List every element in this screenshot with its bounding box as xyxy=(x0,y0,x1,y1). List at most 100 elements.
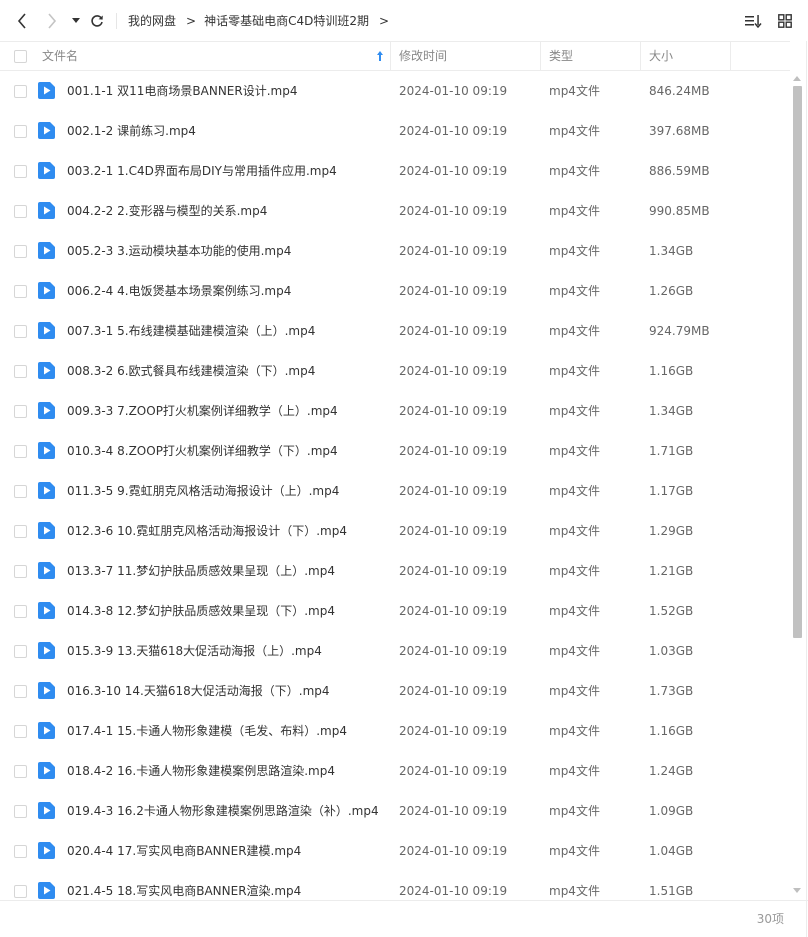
file-name[interactable]: 002.1-2 课前练习.mp4 xyxy=(67,111,196,151)
column-header-size[interactable]: 大小 xyxy=(649,42,673,70)
file-row[interactable]: 003.2-1 1.C4D界面布局DIY与常用插件应用.mp4 2024-01-… xyxy=(0,151,790,191)
column-header-type[interactable]: 类型 xyxy=(549,42,573,70)
file-type: mp4文件 xyxy=(549,524,600,538)
file-row[interactable]: 012.3-6 10.霓虹朋克风格活动海报设计（下）.mp4 2024-01-1… xyxy=(0,511,790,551)
file-name[interactable]: 007.3-1 5.布线建模基础建模渲染（上）.mp4 xyxy=(67,311,315,351)
view-tools xyxy=(744,10,794,32)
file-modified-time: 2024-01-10 09:19 xyxy=(399,524,508,538)
file-name[interactable]: 015.3-9 13.天猫618大促活动海报（上）.mp4 xyxy=(67,631,322,671)
back-button[interactable] xyxy=(12,10,32,32)
scroll-down-arrow-icon[interactable] xyxy=(793,888,801,893)
file-name[interactable]: 018.4-2 16.卡通人物形象建模案例思路渲染.mp4 xyxy=(67,751,335,791)
file-size: 1.21GB xyxy=(649,564,694,578)
row-checkbox[interactable] xyxy=(14,885,27,898)
breadcrumb-root[interactable]: 我的网盘 xyxy=(128,12,176,29)
scrollbar-thumb[interactable] xyxy=(793,86,802,638)
video-file-icon xyxy=(38,402,55,419)
file-name[interactable]: 014.3-8 12.梦幻护肤品质感效果呈现（下）.mp4 xyxy=(67,591,335,631)
history-dropdown-button[interactable] xyxy=(66,10,86,32)
file-name[interactable]: 008.3-2 6.欧式餐具布线建模渲染（下）.mp4 xyxy=(67,351,315,391)
file-name[interactable]: 017.4-1 15.卡通人物形象建模（毛发、布料）.mp4 xyxy=(67,711,347,751)
file-row[interactable]: 006.2-4 4.电饭煲基本场景案例练习.mp4 2024-01-10 09:… xyxy=(0,271,790,311)
file-name[interactable]: 013.3-7 11.梦幻护肤品质感效果呈现（上）.mp4 xyxy=(67,551,335,591)
row-checkbox[interactable] xyxy=(14,845,27,858)
file-modified-time: 2024-01-10 09:19 xyxy=(399,644,508,658)
file-row[interactable]: 008.3-2 6.欧式餐具布线建模渲染（下）.mp4 2024-01-10 0… xyxy=(0,351,790,391)
column-header-name[interactable]: 文件名 xyxy=(42,42,78,70)
select-all-checkbox[interactable] xyxy=(14,50,27,63)
file-row[interactable]: 014.3-8 12.梦幻护肤品质感效果呈现（下）.mp4 2024-01-10… xyxy=(0,591,790,631)
refresh-button[interactable] xyxy=(87,10,107,32)
file-modified-time: 2024-01-10 09:19 xyxy=(399,284,508,298)
file-name[interactable]: 016.3-10 14.天猫618大促活动海报（下）.mp4 xyxy=(67,671,330,711)
row-checkbox[interactable] xyxy=(14,205,27,218)
row-checkbox[interactable] xyxy=(14,405,27,418)
row-checkbox[interactable] xyxy=(14,125,27,138)
file-row[interactable]: 011.3-5 9.霓虹朋克风格活动海报设计（上）.mp4 2024-01-10… xyxy=(0,471,790,511)
view-mode-button[interactable] xyxy=(776,10,794,32)
file-row[interactable]: 017.4-1 15.卡通人物形象建模（毛发、布料）.mp4 2024-01-1… xyxy=(0,711,790,751)
file-modified-time: 2024-01-10 09:19 xyxy=(399,204,508,218)
file-name[interactable]: 012.3-6 10.霓虹朋克风格活动海报设计（下）.mp4 xyxy=(67,511,347,551)
breadcrumb-current-folder[interactable]: 神话零基础电商C4D特训班2期 xyxy=(204,12,369,29)
row-checkbox[interactable] xyxy=(14,85,27,98)
row-checkbox[interactable] xyxy=(14,765,27,778)
row-checkbox[interactable] xyxy=(14,805,27,818)
file-row[interactable]: 009.3-3 7.ZOOP打火机案例详细教学（上）.mp4 2024-01-1… xyxy=(0,391,790,431)
file-row[interactable]: 001.1-1 双11电商场景BANNER设计.mp4 2024-01-10 0… xyxy=(0,71,790,111)
forward-button[interactable] xyxy=(42,10,62,32)
sort-ascending-arrow-icon[interactable] xyxy=(376,50,384,62)
scroll-up-arrow-icon[interactable] xyxy=(793,76,801,81)
file-row[interactable]: 004.2-2 2.变形器与模型的关系.mp4 2024-01-10 09:19… xyxy=(0,191,790,231)
row-checkbox[interactable] xyxy=(14,685,27,698)
row-checkbox[interactable] xyxy=(14,605,27,618)
file-modified-time: 2024-01-10 09:19 xyxy=(399,844,508,858)
row-checkbox[interactable] xyxy=(14,445,27,458)
file-name[interactable]: 004.2-2 2.变形器与模型的关系.mp4 xyxy=(67,191,267,231)
file-row[interactable]: 018.4-2 16.卡通人物形象建模案例思路渲染.mp4 2024-01-10… xyxy=(0,751,790,791)
file-size: 886.59MB xyxy=(649,164,710,178)
column-header-mtime[interactable]: 修改时间 xyxy=(399,42,447,70)
row-checkbox[interactable] xyxy=(14,165,27,178)
video-file-icon xyxy=(38,522,55,539)
video-file-icon xyxy=(38,562,55,579)
file-row[interactable]: 015.3-9 13.天猫618大促活动海报（上）.mp4 2024-01-10… xyxy=(0,631,790,671)
file-row[interactable]: 019.4-3 16.2卡通人物形象建模案例思路渲染（补）.mp4 2024-0… xyxy=(0,791,790,831)
sort-button[interactable] xyxy=(744,10,762,32)
row-checkbox[interactable] xyxy=(14,525,27,538)
file-modified-time: 2024-01-10 09:19 xyxy=(399,604,508,618)
row-checkbox[interactable] xyxy=(14,325,27,338)
file-name[interactable]: 019.4-3 16.2卡通人物形象建模案例思路渲染（补）.mp4 xyxy=(67,791,379,831)
file-row[interactable]: 007.3-1 5.布线建模基础建模渲染（上）.mp4 2024-01-10 0… xyxy=(0,311,790,351)
row-checkbox[interactable] xyxy=(14,485,27,498)
row-checkbox[interactable] xyxy=(14,245,27,258)
file-type: mp4文件 xyxy=(549,204,600,218)
file-name[interactable]: 006.2-4 4.电饭煲基本场景案例练习.mp4 xyxy=(67,271,291,311)
file-row[interactable]: 020.4-4 17.写实风电商BANNER建模.mp4 2024-01-10 … xyxy=(0,831,790,871)
column-divider xyxy=(640,42,641,70)
row-checkbox[interactable] xyxy=(14,285,27,298)
file-row[interactable]: 005.2-3 3.运动模块基本功能的使用.mp4 2024-01-10 09:… xyxy=(0,231,790,271)
file-name[interactable]: 005.2-3 3.运动模块基本功能的使用.mp4 xyxy=(67,231,291,271)
file-name[interactable]: 020.4-4 17.写实风电商BANNER建模.mp4 xyxy=(67,831,301,871)
file-name[interactable]: 001.1-1 双11电商场景BANNER设计.mp4 xyxy=(67,71,297,111)
file-row[interactable]: 002.1-2 课前练习.mp4 2024-01-10 09:19 mp4文件 … xyxy=(0,111,790,151)
file-name[interactable]: 003.2-1 1.C4D界面布局DIY与常用插件应用.mp4 xyxy=(67,151,337,191)
file-name[interactable]: 011.3-5 9.霓虹朋克风格活动海报设计（上）.mp4 xyxy=(67,471,339,511)
file-modified-time: 2024-01-10 09:19 xyxy=(399,564,508,578)
file-size: 1.52GB xyxy=(649,604,694,618)
row-checkbox[interactable] xyxy=(14,725,27,738)
file-size: 846.24MB xyxy=(649,84,710,98)
file-type: mp4文件 xyxy=(549,644,600,658)
file-name[interactable]: 010.3-4 8.ZOOP打火机案例详细教学（下）.mp4 xyxy=(67,431,338,471)
file-name[interactable]: 009.3-3 7.ZOOP打火机案例详细教学（上）.mp4 xyxy=(67,391,338,431)
row-checkbox[interactable] xyxy=(14,365,27,378)
file-type: mp4文件 xyxy=(549,724,600,738)
file-type: mp4文件 xyxy=(549,164,600,178)
row-checkbox[interactable] xyxy=(14,565,27,578)
file-row[interactable]: 016.3-10 14.天猫618大促活动海报（下）.mp4 2024-01-1… xyxy=(0,671,790,711)
file-row[interactable]: 010.3-4 8.ZOOP打火机案例详细教学（下）.mp4 2024-01-1… xyxy=(0,431,790,471)
row-checkbox[interactable] xyxy=(14,645,27,658)
file-type: mp4文件 xyxy=(549,124,600,138)
file-row[interactable]: 013.3-7 11.梦幻护肤品质感效果呈现（上）.mp4 2024-01-10… xyxy=(0,551,790,591)
